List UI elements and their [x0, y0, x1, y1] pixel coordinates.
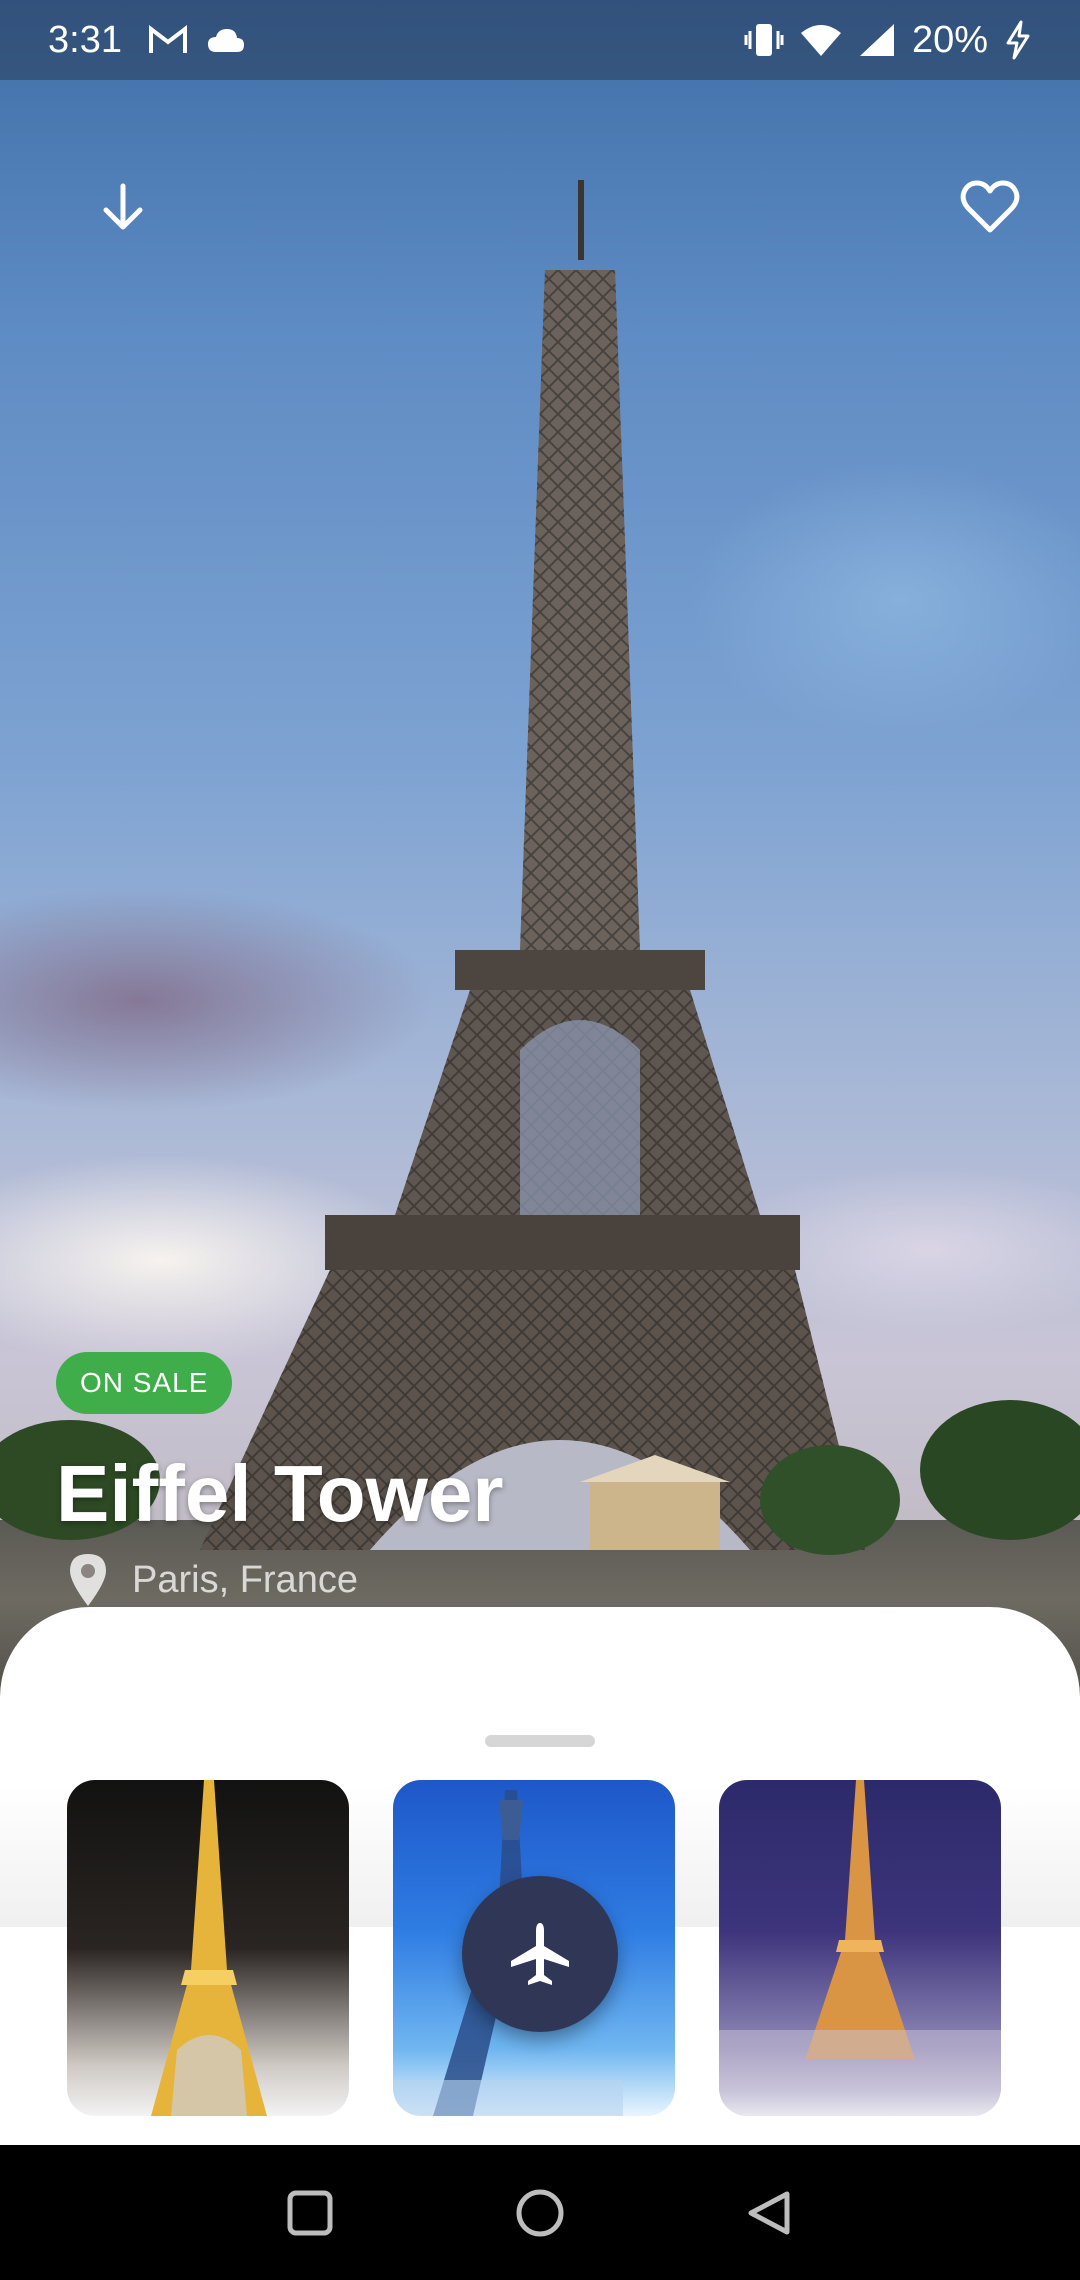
eiffel-tower-illustration [0, 180, 1080, 1555]
vibrate-icon [744, 24, 784, 56]
eiffel-tower-purple-night-image [719, 1780, 1001, 2090]
gallery-thumbnail[interactable] [67, 1780, 349, 2116]
favorite-button[interactable] [945, 162, 1035, 252]
eiffel-tower-night-image [151, 1780, 267, 2116]
airplane-icon [511, 1923, 569, 1985]
location-text: Paris, France [132, 1558, 358, 1601]
status-time: 3:31 [48, 18, 122, 61]
hero-image [0, 0, 1080, 1700]
recents-square-icon [287, 2190, 333, 2235]
home-circle-icon [516, 2189, 564, 2236]
cloud-icon [207, 29, 244, 52]
charging-icon [1006, 20, 1030, 60]
system-navigation-bar [0, 2145, 1080, 2280]
gallery-thumbnail[interactable] [719, 1780, 1001, 2116]
on-sale-badge: ON SALE [56, 1352, 233, 1414]
sheet-drag-handle[interactable] [485, 1735, 595, 1747]
place-title: Eiffel Tower [56, 1449, 504, 1538]
wifi-icon [800, 25, 841, 56]
place-location: Paris, France [68, 1552, 358, 1608]
signal-icon [859, 24, 894, 56]
arrow-down-icon [103, 183, 143, 230]
location-pin-icon [70, 1554, 106, 1606]
back-button[interactable] [78, 162, 168, 252]
back-nav-button[interactable] [730, 2173, 810, 2253]
home-button[interactable] [500, 2173, 580, 2253]
battery-percentage: 20% [911, 18, 988, 61]
recents-button[interactable] [270, 2173, 350, 2253]
back-triangle-icon [748, 2191, 790, 2234]
book-flight-button[interactable] [462, 1876, 618, 2032]
status-bar: 3:31 20% [0, 0, 1080, 80]
gmail-icon [148, 24, 187, 53]
heart-outline-icon [960, 180, 1020, 233]
